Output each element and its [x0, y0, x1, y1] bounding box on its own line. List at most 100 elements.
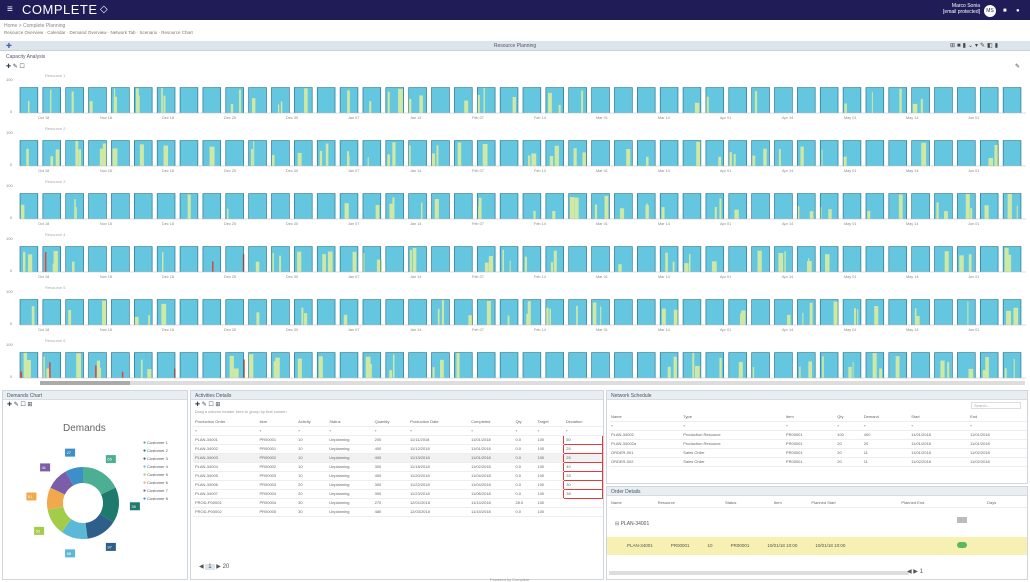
legend-item[interactable]: ● Customer 4: [143, 463, 168, 471]
view-actions[interactable]: ⊞■▮⌄▾✎◧▮: [950, 42, 1000, 49]
column-header[interactable]: Resource: [655, 498, 724, 508]
filter-cell[interactable]: ▾: [513, 426, 536, 436]
table-row[interactable]: PLAN-34005 PR00003 10 Unplanning 400 11/20/20…: [193, 470, 603, 481]
column-header[interactable]: Status: [327, 417, 373, 427]
legend-item[interactable]: ● Customer 6: [143, 479, 168, 487]
filter-cell[interactable]: ▾: [681, 421, 784, 431]
capacity-bar: [637, 299, 656, 325]
load-bar: [251, 148, 253, 166]
network-search-input[interactable]: Search...: [971, 402, 1021, 409]
order-tab[interactable]: Order Details: [607, 487, 1027, 496]
table-row[interactable]: PLAN-34002a Production Resource PR00001 20 2…: [609, 439, 1027, 449]
column-header[interactable]: Target: [535, 417, 564, 427]
column-header[interactable]: Status: [723, 498, 772, 508]
legend-item[interactable]: ● Customer 3: [143, 455, 168, 463]
filter-cell[interactable]: ▾: [327, 426, 373, 436]
column-header[interactable]: Qty: [513, 417, 536, 427]
filter-cell[interactable]: ▾: [193, 426, 258, 436]
table-row[interactable]: PLAN-34004 PR00002 10 Unplanning 300 11/18/20…: [193, 461, 603, 472]
notification-icon[interactable]: ■: [1003, 8, 1007, 14]
column-header[interactable]: Qty: [835, 412, 862, 422]
toolbar-link[interactable]: Calendar: [47, 30, 65, 35]
column-header[interactable]: Production Date: [407, 417, 470, 427]
filter-cell[interactable]: ▾: [469, 426, 514, 436]
toolbar-link[interactable]: Resource Overview: [4, 30, 43, 35]
column-header[interactable]: Days: [985, 498, 1027, 508]
filter-cell[interactable]: ▾: [861, 421, 910, 431]
table-row[interactable]: ORDER-001 Sales Order PR00001 20 11 11/01/201…: [609, 448, 1027, 458]
column-header[interactable]: Name: [609, 498, 656, 508]
table-row[interactable]: PLAN-34006 PR00003 20 Unplanning 300 11/22/20…: [193, 479, 603, 490]
table-row[interactable]: PROD-P00002 PR00005 30 Unplanning 480 12/03/2…: [193, 507, 603, 517]
demands-tab[interactable]: Demands Chart: [3, 391, 187, 400]
filter-cell[interactable]: ▾: [372, 426, 408, 436]
filter-cell[interactable]: ▾: [835, 421, 862, 431]
column-header[interactable]: Name: [609, 412, 682, 422]
filter-cell[interactable]: ▾: [609, 421, 682, 431]
table-row[interactable]: PLAN-34002 Production Resource PR00001 100 4…: [609, 430, 1027, 440]
network-tab[interactable]: Network Schedule: [607, 391, 1027, 400]
toolbar-link[interactable]: Demand Overview: [70, 30, 107, 35]
filter-cell[interactable]: ▾: [563, 426, 603, 436]
column-header[interactable]: Quantity: [372, 417, 408, 427]
column-header[interactable]: Item: [783, 412, 836, 422]
column-header[interactable]: Start: [909, 412, 969, 422]
scrollbar-thumb[interactable]: [40, 381, 130, 385]
toolbar-link[interactable]: Resource Chart: [161, 30, 193, 35]
legend-item[interactable]: ● Customer 1: [143, 439, 168, 447]
settings-icon[interactable]: ●: [1016, 8, 1020, 14]
app-logo[interactable]: COMPLETE: [22, 3, 98, 17]
charts-scrollbar[interactable]: [40, 381, 1025, 385]
table-row[interactable]: PLAN-34007 PR00004 20 Unplanning 300 11/23/20…: [193, 488, 603, 499]
x-tick-label: Dec 18: [162, 169, 174, 173]
current-page[interactable]: 1: [205, 564, 215, 570]
toolbar-link[interactable]: Scenario: [139, 30, 157, 35]
filter-cell[interactable]: ▾: [407, 426, 470, 436]
filter-cell[interactable]: ▾: [968, 421, 1027, 431]
filter-cell[interactable]: ▾: [257, 426, 297, 436]
activities-tab[interactable]: Activities Details: [191, 391, 603, 400]
column-header[interactable]: Completed: [469, 417, 514, 427]
filter-cell[interactable]: ▾: [783, 421, 836, 431]
breadcrumb[interactable]: Home > Complete Planning: [4, 23, 65, 29]
column-header[interactable]: Item: [771, 498, 810, 508]
column-header[interactable]: Planned End: [899, 498, 986, 508]
page-size[interactable]: 20: [223, 564, 230, 570]
column-header[interactable]: Planned Start: [809, 498, 900, 508]
legend-item[interactable]: ● Customer 7: [143, 487, 168, 495]
demands-toolbar[interactable]: ✚ ✎ ☐ ⊞: [3, 400, 187, 409]
column-header[interactable]: Deviation: [563, 417, 603, 427]
filter-cell[interactable]: ▾: [296, 426, 328, 436]
table-row[interactable]: ORDER-002 Sales Order PR00001 20 11 11/02/201…: [609, 457, 1027, 467]
column-header[interactable]: Type: [681, 412, 784, 422]
table-row[interactable]: PLAN-34003 PR00002 10 Unplanning 400 11/13/20…: [193, 452, 603, 463]
order-current-page[interactable]: 1: [920, 569, 923, 575]
order-scrollbar[interactable]: [609, 571, 909, 575]
table-row[interactable]: PROD-P00001 PR00004 30 Unplanning 270 12/01/2…: [193, 498, 603, 508]
column-header[interactable]: Item: [257, 417, 297, 427]
filter-cell[interactable]: ▾: [535, 426, 564, 436]
table-row[interactable]: PLAN-34001 PR00001 10 Unplanning 200 11/11/20…: [193, 434, 603, 445]
load-bar: [113, 88, 116, 113]
activities-pager[interactable]: ◀ 1 ▶ 20: [199, 563, 229, 570]
user-info[interactable]: Marco Sonia [email protected]: [910, 3, 980, 15]
gantt-bar[interactable]: [957, 517, 967, 523]
toolbar-link[interactable]: Network Tab: [111, 30, 136, 35]
column-header[interactable]: Production Order: [193, 417, 258, 427]
avatar[interactable]: MS: [984, 5, 996, 17]
activities-toolbar[interactable]: ✚ ✎ ☐ ⊞: [191, 400, 603, 409]
order-pager[interactable]: ◀ ▶ 1: [907, 568, 923, 575]
column-header[interactable]: Demand: [861, 412, 910, 422]
hamburger-menu-icon[interactable]: ≡: [7, 5, 13, 15]
table-row[interactable]: PLAN-34002 PR00001 10 Unplanning 400 11/12/20…: [193, 443, 603, 454]
legend-item[interactable]: ● Customer 5: [143, 471, 168, 479]
order-row[interactable]: PLAN-34001 PR00001 10 PR00001 10/01/18 10:00…: [627, 543, 957, 548]
filter-cell[interactable]: ▾: [909, 421, 969, 431]
column-header[interactable]: End: [968, 412, 1027, 422]
x-tick-label: Jun 01: [968, 222, 979, 226]
gantt-bar-active[interactable]: [957, 542, 967, 548]
order-group-row[interactable]: ⊟ PLAN-34001: [615, 521, 649, 527]
column-header[interactable]: Activity: [296, 417, 328, 427]
legend-item[interactable]: ● Customer 2: [143, 447, 168, 455]
legend-item[interactable]: ● Customer 8: [143, 495, 168, 503]
